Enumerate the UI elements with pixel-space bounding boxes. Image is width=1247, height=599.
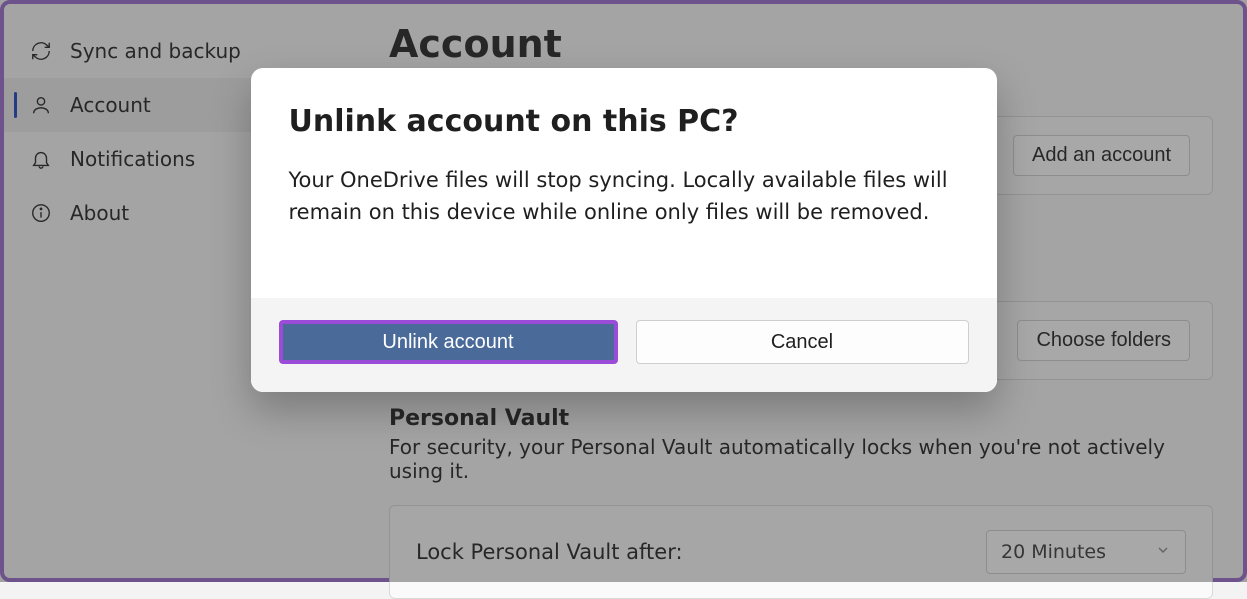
cancel-button[interactable]: Cancel bbox=[636, 320, 969, 364]
dialog-title: Unlink account on this PC? bbox=[289, 104, 959, 139]
unlink-account-button[interactable]: Unlink account bbox=[279, 320, 618, 364]
dialog-body: Unlink account on this PC? Your OneDrive… bbox=[251, 68, 997, 298]
unlink-dialog: Unlink account on this PC? Your OneDrive… bbox=[251, 68, 997, 392]
dialog-text: Your OneDrive files will stop syncing. L… bbox=[289, 165, 949, 228]
dialog-buttons: Unlink account Cancel bbox=[251, 298, 997, 392]
modal-overlay: Unlink account on this PC? Your OneDrive… bbox=[0, 0, 1247, 582]
